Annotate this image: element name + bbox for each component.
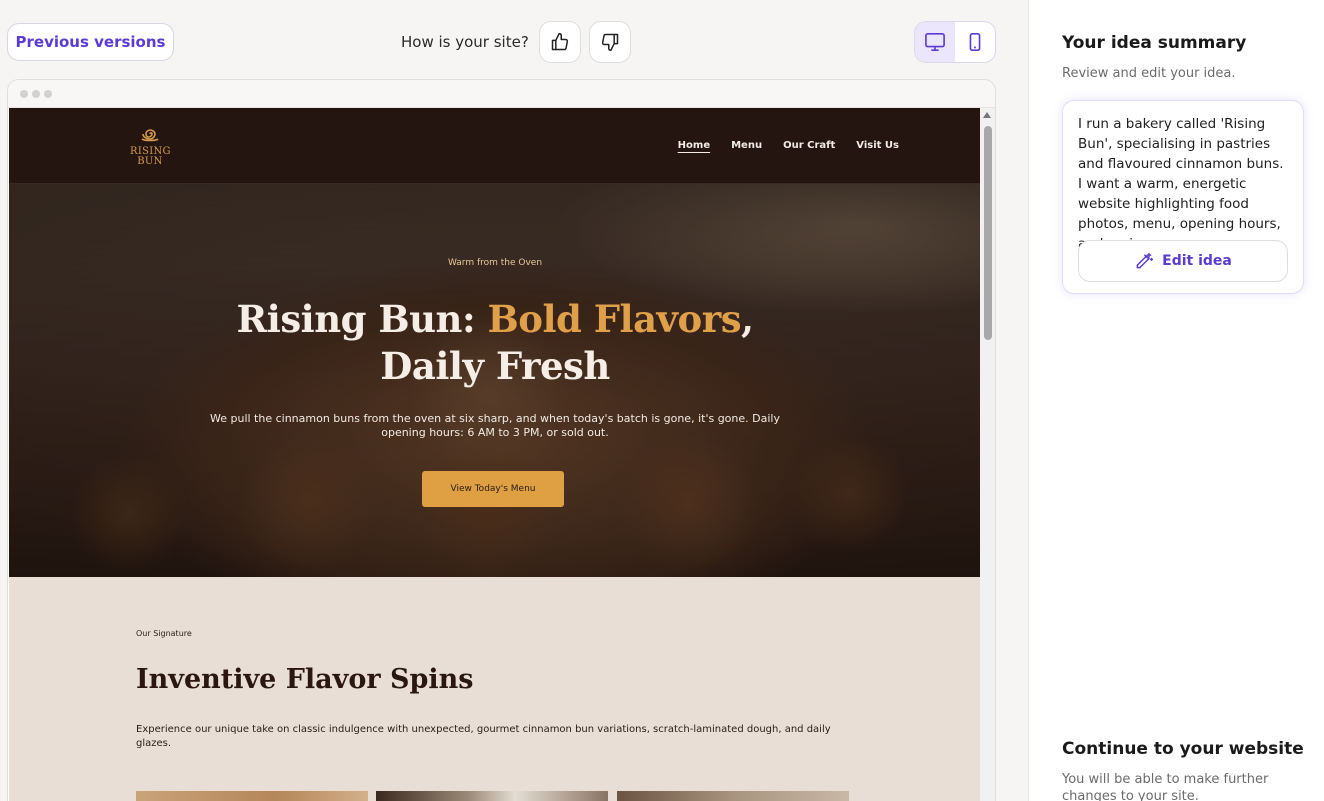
nav-link-menu[interactable]: Menu: [731, 140, 762, 151]
continue-title: Continue to your website: [1062, 739, 1304, 759]
idea-summary-panel: Your idea summary Review and edit your i…: [1028, 0, 1324, 801]
idea-text: I run a bakery called 'Rising Bun', spec…: [1078, 116, 1284, 252]
desktop-view-button[interactable]: [915, 22, 955, 62]
edit-idea-label: Edit idea: [1162, 253, 1232, 269]
desktop-icon: [925, 33, 945, 51]
site-feedback: How is your site?: [401, 21, 631, 63]
thumbs-down-icon: [601, 33, 619, 52]
flavor-card-image: [136, 791, 368, 801]
site-preview-content[interactable]: RISING BUN Home Menu Our Craft Visit Us …: [9, 108, 981, 801]
mobile-view-button[interactable]: [955, 22, 995, 62]
hero-eyebrow: Warm from the Oven: [447, 258, 543, 268]
nav-link-our-craft[interactable]: Our Craft: [783, 140, 835, 151]
logo-text-line2: BUN: [137, 156, 163, 167]
edit-idea-button[interactable]: Edit idea: [1078, 240, 1288, 282]
site-header: RISING BUN Home Menu Our Craft Visit Us: [9, 108, 981, 184]
feedback-question: How is your site?: [401, 33, 529, 51]
hero-description: We pull the cinnamon buns from the oven …: [210, 412, 780, 439]
site-preview-window: RISING BUN Home Menu Our Craft Visit Us …: [7, 79, 996, 801]
hero-title-part1: Rising Bun:: [236, 297, 488, 341]
idea-card: I run a bakery called 'Rising Bun', spec…: [1062, 100, 1304, 294]
signature-title: Inventive Flavor Spins: [136, 664, 474, 695]
panel-subtitle: Review and edit your idea.: [1062, 66, 1236, 81]
preview-scrollbar[interactable]: [980, 108, 995, 801]
thumbs-up-button[interactable]: [538, 21, 581, 63]
view-mode-toggle: [914, 21, 996, 63]
continue-subtitle: You will be able to make further changes…: [1062, 772, 1269, 801]
flavor-card-image: [376, 791, 608, 801]
site-logo[interactable]: RISING BUN: [130, 126, 171, 167]
hero-title: Rising Bun: Bold Flavors, Daily Fresh: [9, 296, 981, 390]
signature-eyebrow: Our Signature: [136, 629, 192, 638]
signature-description: Experience our unique take on classic in…: [136, 724, 831, 749]
window-dot: [20, 90, 28, 98]
view-menu-button[interactable]: View Today's Menu: [422, 471, 564, 507]
mobile-icon: [969, 33, 981, 51]
window-dot: [44, 90, 52, 98]
hero-title-part2: ,: [741, 297, 754, 341]
window-dot: [32, 90, 40, 98]
cinnamon-bun-logo-icon: [141, 129, 159, 142]
thumbs-up-icon: [551, 32, 568, 51]
scroll-thumb[interactable]: [984, 126, 992, 340]
hero-section: Warm from the Oven Rising Bun: Bold Flav…: [9, 184, 981, 577]
site-nav: Home Menu Our Craft Visit Us: [678, 140, 899, 151]
preview-window-bar: [8, 80, 995, 108]
magic-pen-icon: [1136, 252, 1154, 269]
hero-title-line2: Daily Fresh: [380, 344, 610, 388]
nav-link-visit-us[interactable]: Visit Us: [856, 140, 899, 151]
scroll-up-arrow-icon[interactable]: [983, 112, 991, 118]
nav-link-home[interactable]: Home: [678, 140, 710, 151]
signature-section: Our Signature Inventive Flavor Spins Exp…: [9, 577, 981, 801]
panel-title: Your idea summary: [1062, 33, 1247, 53]
hero-title-accent: Bold Flavors: [487, 297, 742, 341]
flavor-card-image: [617, 791, 849, 801]
thumbs-down-button[interactable]: [588, 21, 631, 63]
previous-versions-button[interactable]: Previous versions: [7, 23, 174, 61]
